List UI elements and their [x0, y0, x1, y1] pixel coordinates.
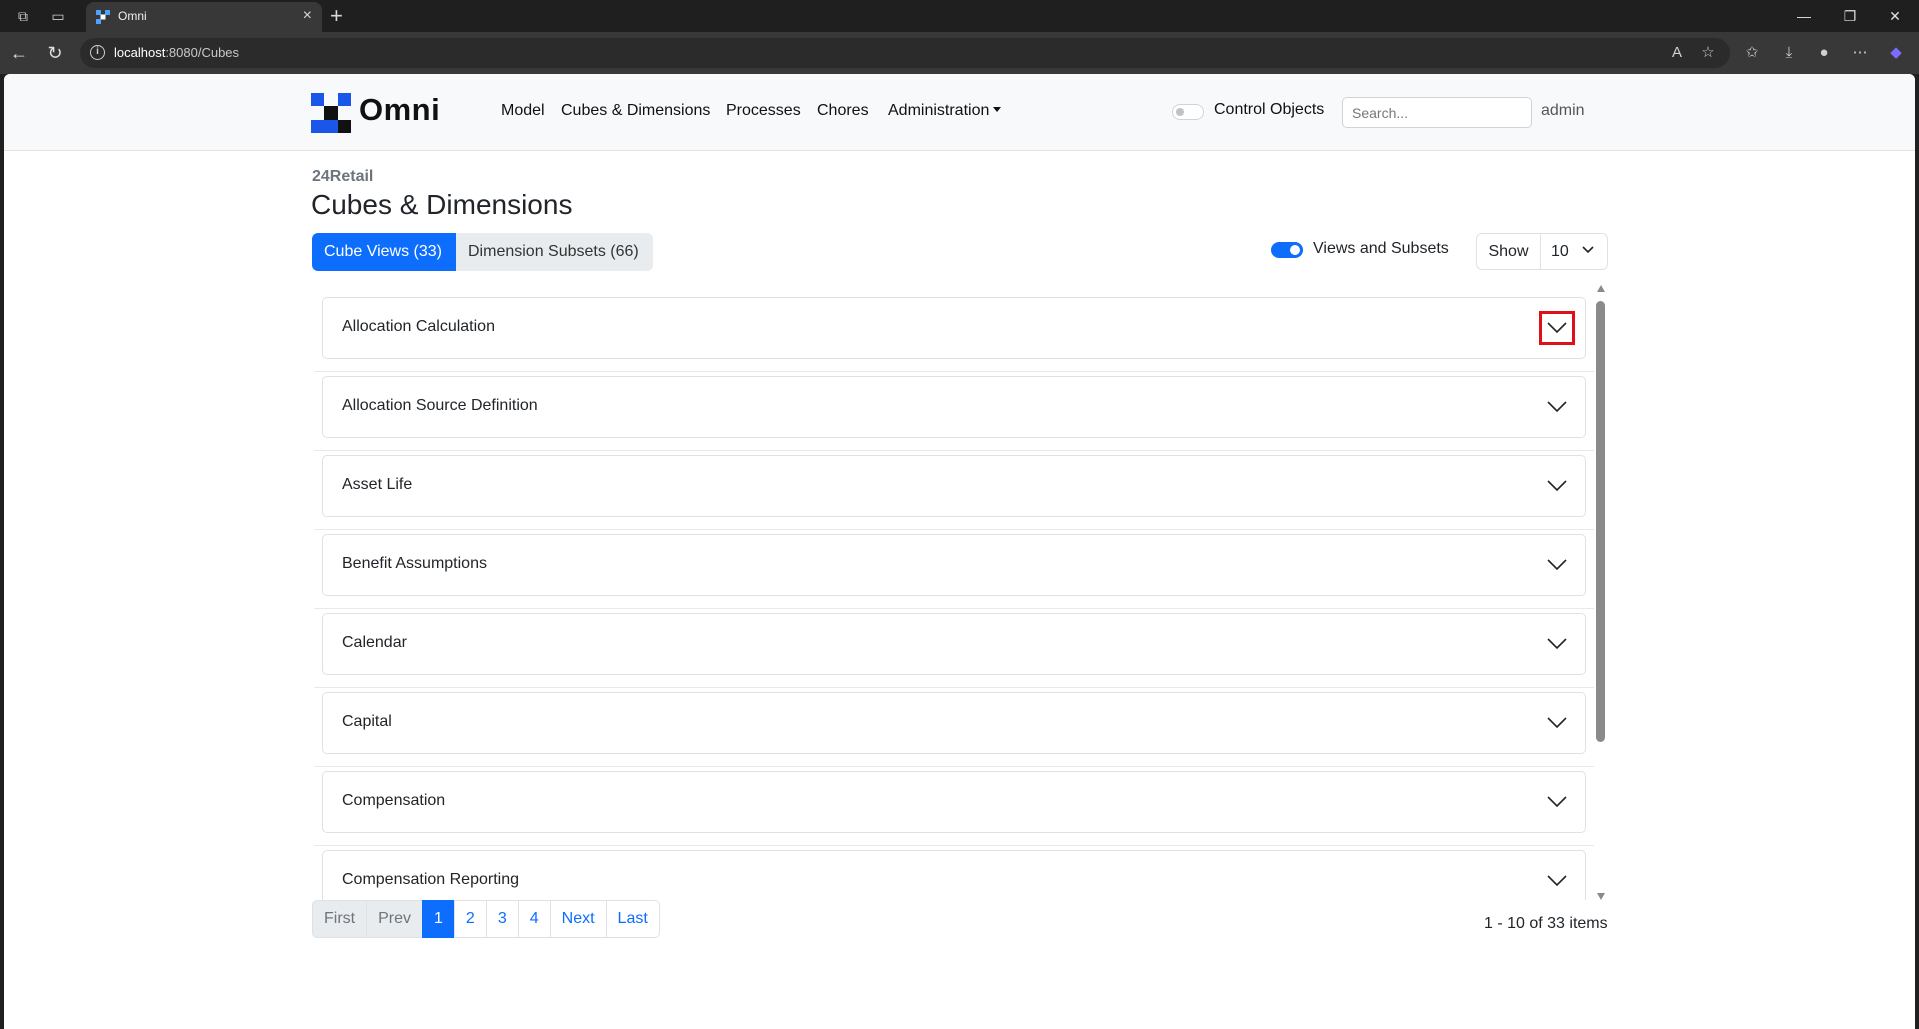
address-bar: ← ↻ i localhost:8080/Cubes A ☆ ✩ ⤓ ● ⋯ ◆ [0, 32, 1919, 74]
accordion-item[interactable]: Asset Life [322, 455, 1586, 517]
accordion-item[interactable]: Calendar [322, 613, 1586, 675]
browser-tab[interactable]: Omni × [86, 2, 322, 32]
back-icon[interactable]: ← [7, 42, 31, 66]
scroll-up-arrow-icon[interactable] [1597, 285, 1605, 292]
nav-link-processes[interactable]: Processes [726, 102, 801, 120]
user-menu[interactable]: admin [1541, 102, 1585, 120]
browser-titlebar: ⧉ ▭ Omni × + — ❐ ✕ [0, 0, 1919, 32]
favorites-icon[interactable]: ✩ [1741, 42, 1763, 64]
top-navbar: Omni Model Cubes & Dimensions Processes … [4, 74, 1915, 151]
administration-dropdown[interactable]: Administration [888, 102, 1002, 120]
accordion-item[interactable]: Allocation Calculation [322, 297, 1586, 359]
expand-chevron-icon[interactable] [1539, 627, 1575, 661]
page-viewport: Omni Model Cubes & Dimensions Processes … [4, 74, 1915, 1029]
accordion-item[interactable]: Allocation Source Definition [322, 376, 1586, 438]
tab-title: Omni [118, 9, 147, 23]
close-window-icon[interactable]: ✕ [1875, 4, 1915, 28]
row-divider [314, 371, 1594, 372]
row-divider [314, 845, 1594, 846]
read-aloud-icon[interactable]: A [1666, 42, 1688, 64]
tab-cube-views[interactable]: Cube Views (33) [312, 233, 456, 271]
page-title: Cubes & Dimensions [311, 189, 573, 220]
page-first-button[interactable]: First [312, 900, 368, 938]
accordion-item-label: Calendar [342, 634, 407, 651]
views-subsets-label: Views and Subsets [1313, 240, 1449, 257]
show-label: Show [1477, 234, 1541, 269]
workspaces-icon[interactable]: ⧉ [13, 6, 33, 26]
accordion-item-label: Compensation Reporting [342, 871, 519, 888]
refresh-icon[interactable]: ↻ [43, 42, 67, 66]
page-2-button[interactable]: 2 [453, 900, 487, 938]
show-value: 10 [1551, 243, 1569, 260]
chevron-down-icon [1582, 246, 1594, 254]
site-info-icon[interactable]: i [90, 45, 105, 60]
cube-view-list: Allocation Calculation Allocation Source… [314, 285, 1594, 900]
new-tab-icon[interactable]: + [330, 3, 343, 29]
brand-name[interactable]: Omni [359, 92, 440, 128]
accordion-item-label: Benefit Assumptions [342, 555, 487, 572]
accordion-item-label: Compensation [342, 792, 446, 809]
expand-chevron-icon[interactable] [1539, 311, 1575, 345]
more-menu-icon[interactable]: ⋯ [1849, 42, 1871, 64]
restore-icon[interactable]: ❐ [1830, 4, 1870, 28]
page-size-select[interactable]: Show 10 [1476, 233, 1608, 270]
row-divider [314, 687, 1594, 688]
copilot-icon[interactable]: ◆ [1885, 42, 1907, 64]
caret-down-icon [993, 107, 1002, 112]
url-text: localhost:8080/Cubes [114, 45, 240, 60]
item-count: 1 - 10 of 33 items [1484, 915, 1608, 932]
views-subsets-toggle[interactable] [1271, 242, 1303, 258]
expand-chevron-icon[interactable] [1539, 864, 1575, 898]
omni-favicon-icon [96, 10, 110, 24]
row-divider [314, 529, 1594, 530]
nav-link-cubes-dimensions[interactable]: Cubes & Dimensions [561, 102, 710, 120]
control-objects-toggle[interactable] [1172, 104, 1204, 120]
downloads-icon[interactable]: ⤓ [1778, 42, 1800, 64]
page-prev-button[interactable]: Prev [366, 900, 424, 938]
tab-dimension-subsets[interactable]: Dimension Subsets (66) [456, 233, 653, 271]
list-scrollbar[interactable] [1595, 285, 1607, 900]
expand-chevron-icon[interactable] [1539, 548, 1575, 582]
omni-logo-icon[interactable] [311, 93, 351, 133]
scroll-thumb[interactable] [1596, 301, 1605, 742]
tab-actions-icon[interactable]: ▭ [48, 6, 68, 26]
expand-chevron-icon[interactable] [1539, 469, 1575, 503]
nav-link-chores[interactable]: Chores [817, 102, 869, 120]
control-objects-label: Control Objects [1214, 101, 1325, 118]
pagination: First Prev 1 2 3 4 Next Last [312, 900, 660, 938]
expand-chevron-icon[interactable] [1539, 785, 1575, 819]
accordion-item-label: Asset Life [342, 476, 413, 493]
breadcrumb: 24Retail [312, 168, 374, 185]
minimize-icon[interactable]: — [1784, 4, 1824, 28]
accordion-item-label: Allocation Source Definition [342, 397, 538, 414]
accordion-item-label: Capital [342, 713, 392, 730]
row-divider [314, 766, 1594, 767]
row-divider [314, 450, 1594, 451]
favorite-star-icon[interactable]: ☆ [1697, 42, 1719, 64]
page-3-button[interactable]: 3 [485, 900, 519, 938]
profile-avatar-icon[interactable]: ● [1813, 42, 1835, 64]
search-input[interactable] [1342, 97, 1532, 128]
page-1-button[interactable]: 1 [422, 900, 455, 938]
scroll-down-arrow-icon[interactable] [1597, 893, 1605, 900]
expand-chevron-icon[interactable] [1539, 390, 1575, 424]
accordion-item[interactable]: Compensation Reporting [322, 850, 1586, 900]
url-field[interactable]: i localhost:8080/Cubes [80, 38, 1730, 68]
expand-chevron-icon[interactable] [1539, 706, 1575, 740]
page-4-button[interactable]: 4 [517, 900, 551, 938]
row-divider [314, 608, 1594, 609]
accordion-item-label: Allocation Calculation [342, 318, 495, 335]
close-tab-icon[interactable]: × [303, 7, 312, 25]
page-next-button[interactable]: Next [549, 900, 607, 938]
page-last-button[interactable]: Last [605, 900, 660, 938]
accordion-item[interactable]: Compensation [322, 771, 1586, 833]
accordion-item[interactable]: Capital [322, 692, 1586, 754]
nav-link-model[interactable]: Model [501, 102, 545, 120]
accordion-item[interactable]: Benefit Assumptions [322, 534, 1586, 596]
